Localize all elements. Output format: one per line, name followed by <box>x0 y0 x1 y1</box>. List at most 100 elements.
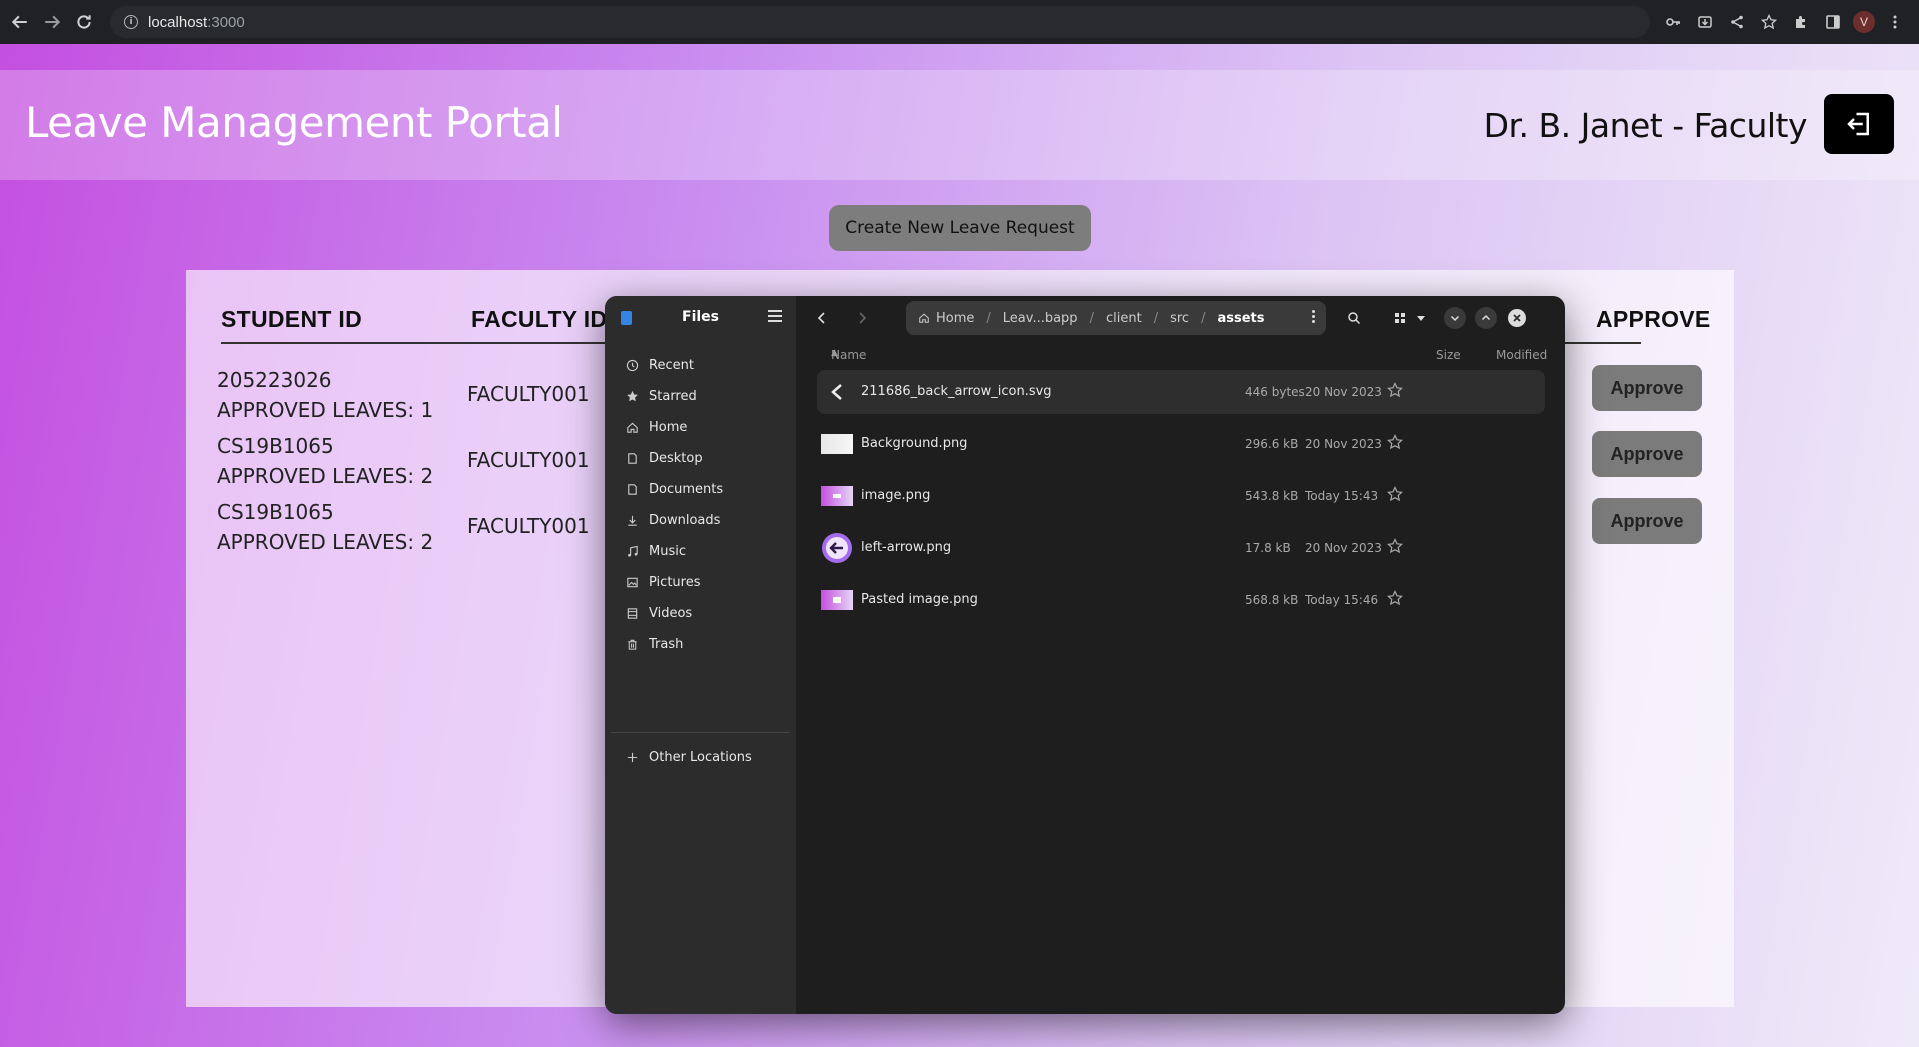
sidebar-item-other-locations[interactable]: Other Locations <box>611 742 790 772</box>
row-faculty-id: FACULTY001 <box>467 448 590 472</box>
close-icon[interactable] <box>1508 309 1526 327</box>
file-size: 296.6 kB <box>1245 437 1299 451</box>
file-size: 568.8 kB <box>1245 593 1299 607</box>
file-modified: 20 Nov 2023 <box>1305 541 1382 555</box>
path-bar[interactable]: Home / Leav...bapp / client / src / asse… <box>906 301 1326 335</box>
file-row[interactable]: 211686_back_arrow_icon.svg 446 bytes 20 … <box>817 370 1545 414</box>
sidebar-item-recent[interactable]: Recent <box>611 350 790 380</box>
sidebar-item-starred[interactable]: Starred <box>611 381 790 411</box>
back-icon[interactable] <box>4 6 36 38</box>
path-separator: / <box>1089 310 1094 326</box>
sidebar-item-home[interactable]: Home <box>611 412 790 442</box>
key-icon[interactable] <box>1661 10 1685 34</box>
site-info-icon[interactable]: i <box>124 15 138 29</box>
file-modified: 20 Nov 2023 <box>1305 385 1382 399</box>
sidebar-item-label: Recent <box>649 357 694 373</box>
sidebar-item-downloads[interactable]: Downloads <box>611 505 790 535</box>
row-approved-leaves: APPROVED LEAVES: 2 <box>217 530 434 554</box>
file-row[interactable]: Pasted image.png 568.8 kB Today 15:46 <box>817 578 1545 622</box>
minimize-icon[interactable] <box>1444 307 1466 329</box>
path-separator: / <box>1201 310 1206 326</box>
sidebar-item-documents[interactable]: Documents <box>611 474 790 504</box>
chevron-left-icon[interactable] <box>810 306 834 330</box>
app-header: Leave Management Portal Dr. B. Janet - F… <box>0 70 1919 180</box>
logout-icon <box>1847 112 1869 136</box>
view-options-dropdown-icon[interactable] <box>1409 306 1433 330</box>
url-host: localhost <box>148 13 208 31</box>
files-sidebar: Files Recent Starred Home Desktop Docume… <box>605 296 796 1014</box>
path-current[interactable]: assets <box>1217 311 1264 326</box>
file-name: image.png <box>861 488 931 503</box>
side-panel-icon[interactable] <box>1821 10 1845 34</box>
sidebar-item-label: Downloads <box>649 512 721 528</box>
header-student-id: STUDENT ID <box>221 306 362 332</box>
path-segment[interactable]: Leav...bapp <box>1003 311 1078 326</box>
row-faculty-id: FACULTY001 <box>467 514 590 538</box>
pictures-icon <box>625 575 639 589</box>
row-student-id: CS19B1065 <box>217 434 334 458</box>
file-size: 446 bytes <box>1245 385 1305 399</box>
row-approved-leaves: APPROVED LEAVES: 1 <box>217 398 434 422</box>
sidebar-item-label: Videos <box>649 605 693 621</box>
sort-ascending-icon: ▲ <box>831 348 838 358</box>
back-arrow-thumbnail <box>821 382 853 402</box>
path-segment[interactable]: src <box>1170 311 1189 326</box>
forward-icon[interactable] <box>36 6 68 38</box>
create-leave-request-button[interactable]: Create New Leave Request <box>829 205 1091 251</box>
file-row[interactable]: image.png 543.8 kB Today 15:43 <box>817 474 1545 518</box>
star-icon[interactable] <box>1387 434 1405 452</box>
path-segment[interactable]: client <box>1106 311 1142 326</box>
star-icon[interactable] <box>1387 538 1405 556</box>
sidebar-item-music[interactable]: Music <box>611 536 790 566</box>
left-arrow-thumbnail <box>821 532 853 564</box>
address-bar[interactable]: i localhost:3000 <box>110 6 1650 38</box>
approve-button[interactable]: Approve <box>1592 365 1702 411</box>
row-student-id: 205223026 <box>217 368 332 392</box>
sidebar-item-trash[interactable]: Trash <box>611 629 790 659</box>
bookmark-star-icon[interactable] <box>1757 10 1781 34</box>
star-icon[interactable] <box>1387 382 1405 400</box>
sidebar-item-desktop[interactable]: Desktop <box>611 443 790 473</box>
logout-button[interactable] <box>1824 94 1894 154</box>
url-text: localhost:3000 <box>148 14 245 31</box>
file-modified: Today 15:46 <box>1305 593 1379 607</box>
path-home-label: Home <box>936 310 975 326</box>
path-home[interactable]: Home <box>918 311 974 326</box>
column-size[interactable]: Size <box>1436 348 1461 362</box>
maximize-icon[interactable] <box>1475 307 1497 329</box>
star-icon[interactable] <box>1387 590 1405 608</box>
header-approve: APPROVE <box>1596 306 1711 332</box>
approve-button[interactable]: Approve <box>1592 431 1702 477</box>
downloads-icon <box>625 513 639 527</box>
trash-icon <box>625 637 639 651</box>
clock-icon <box>625 358 639 372</box>
sidebar-item-videos[interactable]: Videos <box>611 598 790 628</box>
file-row[interactable]: Background.png 296.6 kB 20 Nov 2023 <box>817 422 1545 466</box>
sidebar-item-pictures[interactable]: Pictures <box>611 567 790 597</box>
file-size: 17.8 kB <box>1245 541 1291 555</box>
hamburger-menu-icon[interactable] <box>768 310 782 322</box>
sidebar-item-label: Documents <box>649 481 724 497</box>
approve-button[interactable]: Approve <box>1592 498 1702 544</box>
row-faculty-id: FACULTY001 <box>467 382 590 406</box>
profile-avatar[interactable]: V <box>1853 11 1875 33</box>
header-faculty-id: FACULTY ID <box>471 306 608 332</box>
file-row[interactable]: left-arrow.png 17.8 kB 20 Nov 2023 <box>817 526 1545 570</box>
browser-menu-icon[interactable] <box>1883 10 1907 34</box>
sidebar-item-label: Starred <box>649 388 697 404</box>
install-icon[interactable] <box>1693 10 1717 34</box>
search-icon[interactable] <box>1342 306 1366 330</box>
file-name: Pasted image.png <box>861 592 978 607</box>
pasted-image-thumbnail <box>821 590 853 610</box>
browser-toolbar: i localhost:3000 V <box>0 0 1919 44</box>
reload-icon[interactable] <box>68 6 100 38</box>
file-modified: Today 15:43 <box>1305 489 1379 503</box>
star-icon[interactable] <box>1387 486 1405 504</box>
path-menu-icon[interactable] <box>1312 310 1316 325</box>
extensions-icon[interactable] <box>1789 10 1813 34</box>
column-modified[interactable]: Modified <box>1496 348 1547 362</box>
share-icon[interactable] <box>1725 10 1749 34</box>
chevron-right-icon[interactable] <box>850 306 874 330</box>
sidebar-item-label: Trash <box>649 636 684 652</box>
url-port: :3000 <box>207 13 245 31</box>
